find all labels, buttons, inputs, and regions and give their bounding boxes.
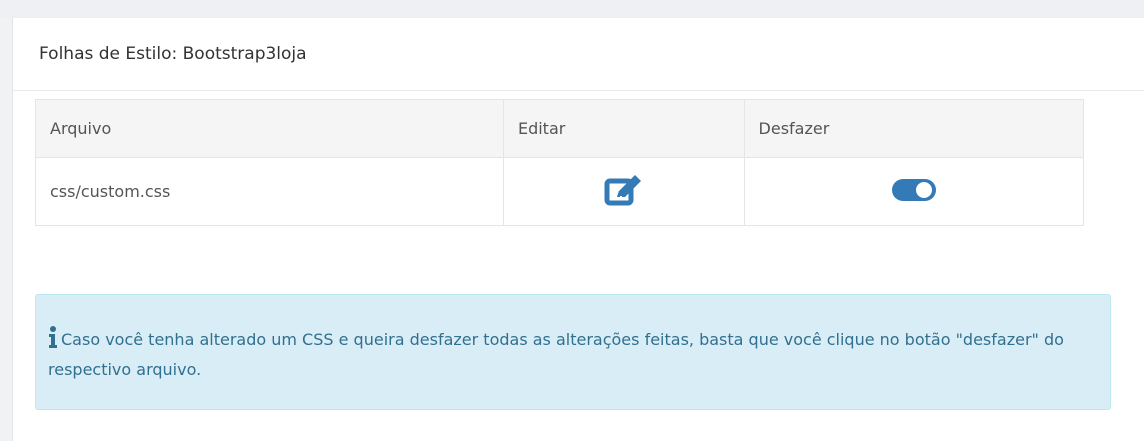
- alert-text: Caso você tenha alterado um CSS e queira…: [48, 330, 1064, 379]
- table-header-row: Arquivo Editar Desfazer: [35, 99, 1085, 158]
- column-header-file: Arquivo: [35, 99, 504, 158]
- file-name-cell: css/custom.css: [35, 157, 504, 226]
- stylesheet-files-table: Arquivo Editar Desfazer css/custom.css: [35, 99, 1085, 226]
- panel-title: Folhas de Estilo: Bootstrap3loja: [39, 44, 307, 64]
- edit-icon[interactable]: [602, 172, 646, 212]
- info-alert: Caso você tenha alterado um CSS e queira…: [35, 294, 1111, 410]
- column-header-undo: Desfazer: [743, 99, 1085, 158]
- undo-cell: [743, 157, 1085, 226]
- edit-cell: [502, 157, 745, 226]
- toggle-on-icon[interactable]: [890, 177, 938, 207]
- column-header-edit: Editar: [502, 99, 745, 158]
- top-strip: [0, 0, 1144, 18]
- table-row: css/custom.css: [35, 157, 1085, 226]
- info-icon: [48, 326, 58, 356]
- panel-heading: Folhas de Estilo: Bootstrap3loja: [13, 18, 1144, 91]
